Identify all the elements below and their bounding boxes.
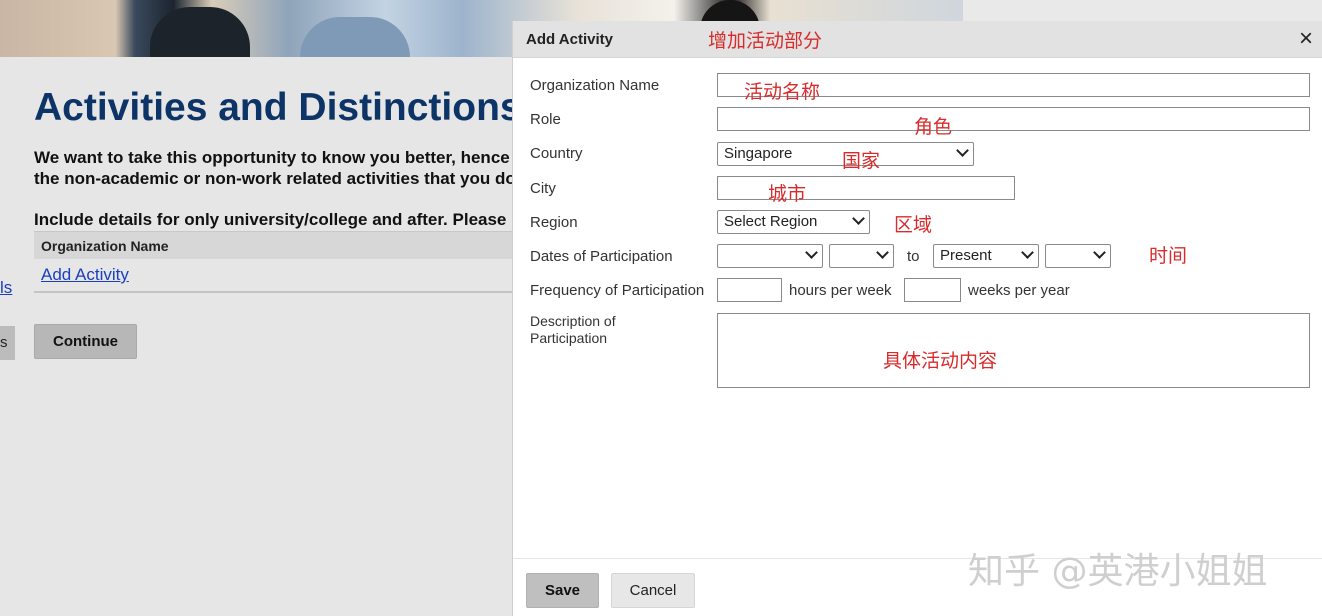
chevron-down-icon — [805, 246, 818, 259]
annotation-dates: 时间 — [1149, 246, 1188, 267]
frequency-label: Frequency of Participation — [530, 282, 705, 299]
end-month-select[interactable]: Present — [933, 244, 1039, 268]
chevron-down-icon — [852, 212, 865, 225]
close-icon[interactable]: × — [1299, 27, 1313, 51]
include-details-text: Include details for only university/coll… — [34, 210, 507, 229]
chevron-down-icon — [956, 144, 969, 157]
add-activity-link[interactable]: Add Activity — [41, 265, 129, 284]
chevron-down-icon — [1093, 246, 1106, 259]
watermark: 知乎 @英港小姐姐 — [968, 551, 1268, 592]
description-label: Description of Participation — [530, 313, 616, 347]
annotation-role: 角色 — [914, 117, 953, 138]
annotation-organization-name: 活动名称 — [744, 82, 821, 103]
modal-header: Add Activity 增加活动部分 × — [513, 21, 1322, 58]
annotation-header: 增加活动部分 — [708, 31, 823, 52]
back-button[interactable]: s — [0, 326, 15, 360]
role-input[interactable] — [717, 107, 1310, 131]
country-label: Country — [530, 145, 583, 162]
start-year-select[interactable] — [829, 244, 894, 268]
activities-table-row: Add Activity — [34, 259, 514, 293]
region-select[interactable]: Select Region — [717, 210, 870, 234]
dates-label: Dates of Participation — [530, 248, 673, 265]
annotation-region: 区域 — [894, 215, 933, 236]
region-label: Region — [530, 214, 578, 231]
annotation-country: 国家 — [842, 151, 881, 172]
description-label-line-2: Participation — [530, 330, 608, 346]
sidebar-link[interactable]: ls — [0, 278, 12, 298]
start-month-select[interactable] — [717, 244, 823, 268]
activities-table-header: Organization Name — [34, 231, 514, 259]
description-label-line-1: Description of — [530, 313, 616, 329]
organization-name-label: Organization Name — [530, 77, 660, 94]
save-button[interactable]: Save — [526, 573, 599, 608]
weeks-per-year-input[interactable] — [904, 278, 961, 302]
add-activity-modal: Add Activity 增加活动部分 × Organization Name … — [512, 21, 1322, 616]
role-label: Role — [530, 111, 561, 128]
region-selected-value: Select Region — [724, 213, 818, 230]
hours-per-week-input[interactable] — [717, 278, 782, 302]
hours-per-week-text: hours per week — [789, 282, 892, 299]
modal-title: Add Activity — [526, 31, 613, 48]
chevron-down-icon — [876, 246, 889, 259]
end-year-select[interactable] — [1045, 244, 1111, 268]
intro-line-2: the non-academic or non-work related act… — [34, 169, 514, 188]
to-text: to — [907, 248, 920, 265]
intro-line-1: We want to take this opportunity to know… — [34, 148, 510, 167]
cancel-button[interactable]: Cancel — [611, 573, 695, 608]
annotation-description: 具体活动内容 — [883, 351, 998, 372]
continue-button[interactable]: Continue — [34, 324, 137, 359]
chevron-down-icon — [1021, 246, 1034, 259]
description-textarea[interactable] — [717, 313, 1310, 388]
annotation-city: 城市 — [768, 184, 807, 205]
page-title: Activities and Distinctions — [34, 86, 522, 129]
city-input[interactable] — [717, 176, 1015, 200]
intro-text: We want to take this opportunity to know… — [34, 147, 514, 189]
city-label: City — [530, 180, 556, 197]
modal-footer: Save Cancel 知乎 @英港小姐姐 — [513, 551, 1322, 616]
weeks-per-year-text: weeks per year — [968, 282, 1070, 299]
end-month-selected-value: Present — [940, 247, 992, 264]
country-selected-value: Singapore — [724, 145, 793, 162]
